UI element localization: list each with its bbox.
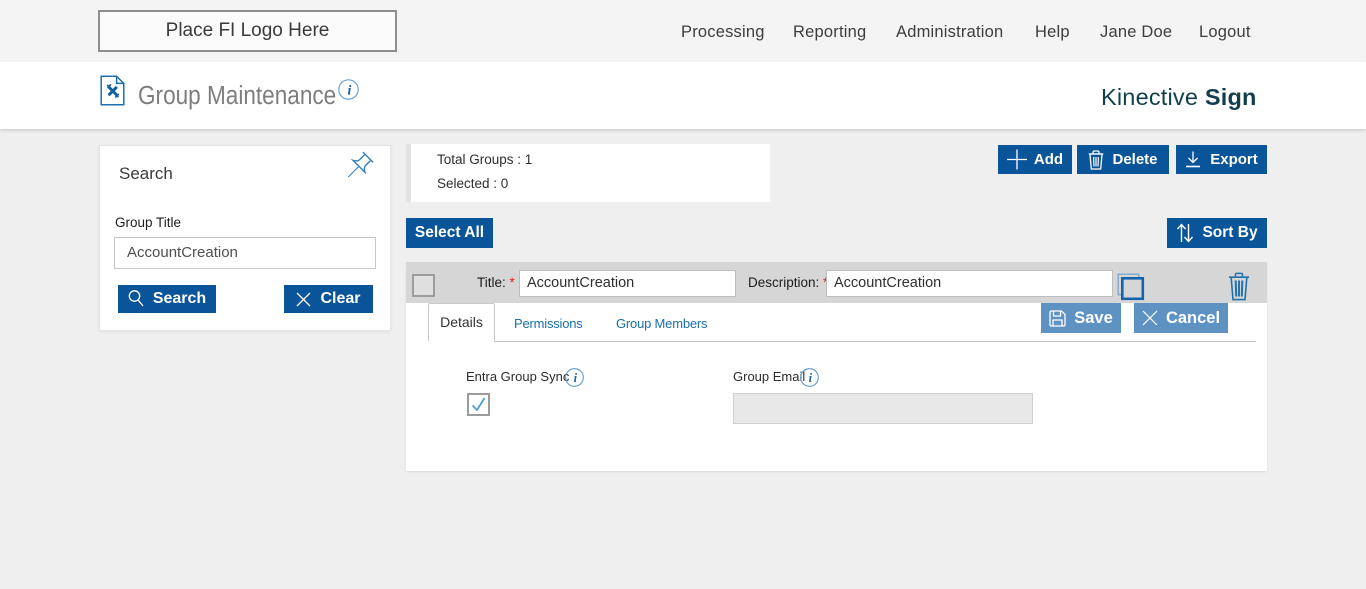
svg-text:i: i [574, 371, 578, 385]
svg-text:i: i [348, 83, 352, 98]
svg-text:i: i [809, 371, 813, 385]
